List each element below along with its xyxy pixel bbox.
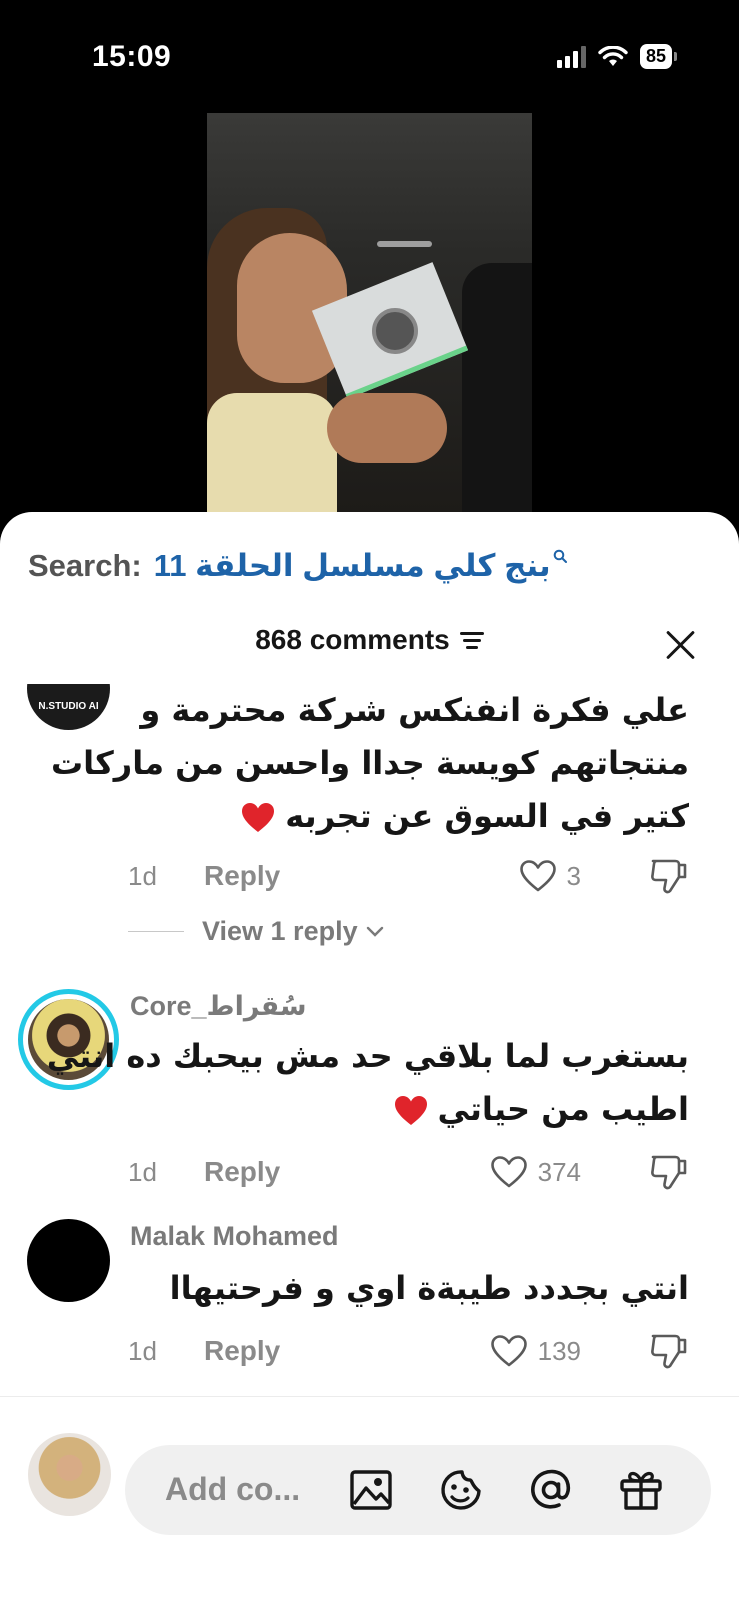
comments-count[interactable]: 868 comments xyxy=(255,624,484,656)
search-prefix: Search: xyxy=(28,548,142,583)
cellular-signal-icon xyxy=(556,45,586,68)
comment-meta: 1d Reply 139 xyxy=(128,1331,689,1371)
like-button[interactable]: 3 xyxy=(519,859,581,893)
status-time: 15:09 xyxy=(92,40,172,73)
avatar[interactable] xyxy=(27,1219,110,1302)
comment-time: 1d xyxy=(128,1335,157,1366)
red-heart-emoji-icon xyxy=(394,1096,427,1125)
user-avatar xyxy=(28,1433,111,1516)
search-icon xyxy=(553,549,567,563)
like-button[interactable]: 374 xyxy=(490,1155,581,1189)
filter-icon[interactable] xyxy=(459,629,484,651)
video-player[interactable] xyxy=(207,113,532,513)
reply-button[interactable]: Reply xyxy=(204,1335,280,1367)
search-query[interactable]: بنج كلي مسلسل الحلقة 11 xyxy=(154,548,551,584)
thumbs-down-icon[interactable] xyxy=(649,1153,689,1191)
heart-outline-icon xyxy=(490,1156,527,1188)
like-count: 139 xyxy=(537,1335,581,1366)
comment-text: بستغرب لما بلاقي حد مش بيحبك ده انتي اطي… xyxy=(46,1037,689,1128)
comment-author[interactable]: Malak Mohamed xyxy=(130,1221,339,1252)
battery-level: 85 xyxy=(639,44,672,69)
wifi-icon xyxy=(598,45,628,66)
comment-time: 1d xyxy=(128,1156,157,1187)
chevron-down-icon xyxy=(366,926,383,937)
comment-input[interactable]: Add co... xyxy=(125,1445,711,1535)
reply-button[interactable]: Reply xyxy=(204,860,280,892)
comment-text: انتي بجددد طيبةة اوي و فرحتيهاا xyxy=(169,1269,689,1307)
emoji-icon[interactable] xyxy=(437,1466,485,1514)
comment-input-placeholder: Add co... xyxy=(165,1471,301,1507)
at-icon[interactable] xyxy=(527,1466,575,1514)
gift-icon[interactable] xyxy=(617,1466,665,1514)
comment-author[interactable]: Core_سُقراط xyxy=(130,991,307,1022)
like-count: 374 xyxy=(537,1156,581,1187)
comment-input-bar: Add co... xyxy=(0,1396,739,1600)
comment-text: علي فكرة انفنكس شركة محترمة و منتجاتهم ك… xyxy=(50,691,689,835)
comment-meta: 1d Reply 374 xyxy=(128,1152,689,1192)
heart-outline-icon xyxy=(490,1335,527,1367)
heart-outline-icon xyxy=(519,860,556,892)
image-icon[interactable] xyxy=(347,1466,395,1514)
comments-header: 868 comments xyxy=(0,624,739,656)
thumbs-down-icon[interactable] xyxy=(649,857,689,895)
view-replies-button[interactable]: View 1 reply xyxy=(128,916,384,947)
like-button[interactable]: 139 xyxy=(490,1334,581,1368)
thumbs-down-icon[interactable] xyxy=(649,1332,689,1370)
battery-icon: 85 xyxy=(639,44,677,69)
view-replies-label: View 1 reply xyxy=(202,916,358,946)
status-bar: 15:09 85 xyxy=(0,0,739,110)
comment-meta: 1d Reply 3 xyxy=(128,856,689,896)
comments-list: N.STUDIO AI علي فكرة انفنكس شركة محترمة … xyxy=(0,684,739,1394)
close-icon[interactable] xyxy=(663,628,697,662)
comment-time: 1d xyxy=(128,860,157,891)
status-icons: 85 xyxy=(556,44,677,69)
reply-button[interactable]: Reply xyxy=(204,1156,280,1188)
comments-count-label: 868 comments xyxy=(255,624,450,655)
like-count: 3 xyxy=(566,860,581,891)
red-heart-emoji-icon xyxy=(242,803,275,832)
search-suggestion[interactable]: Search: بنج كلي مسلسل الحلقة 11 xyxy=(28,548,567,584)
